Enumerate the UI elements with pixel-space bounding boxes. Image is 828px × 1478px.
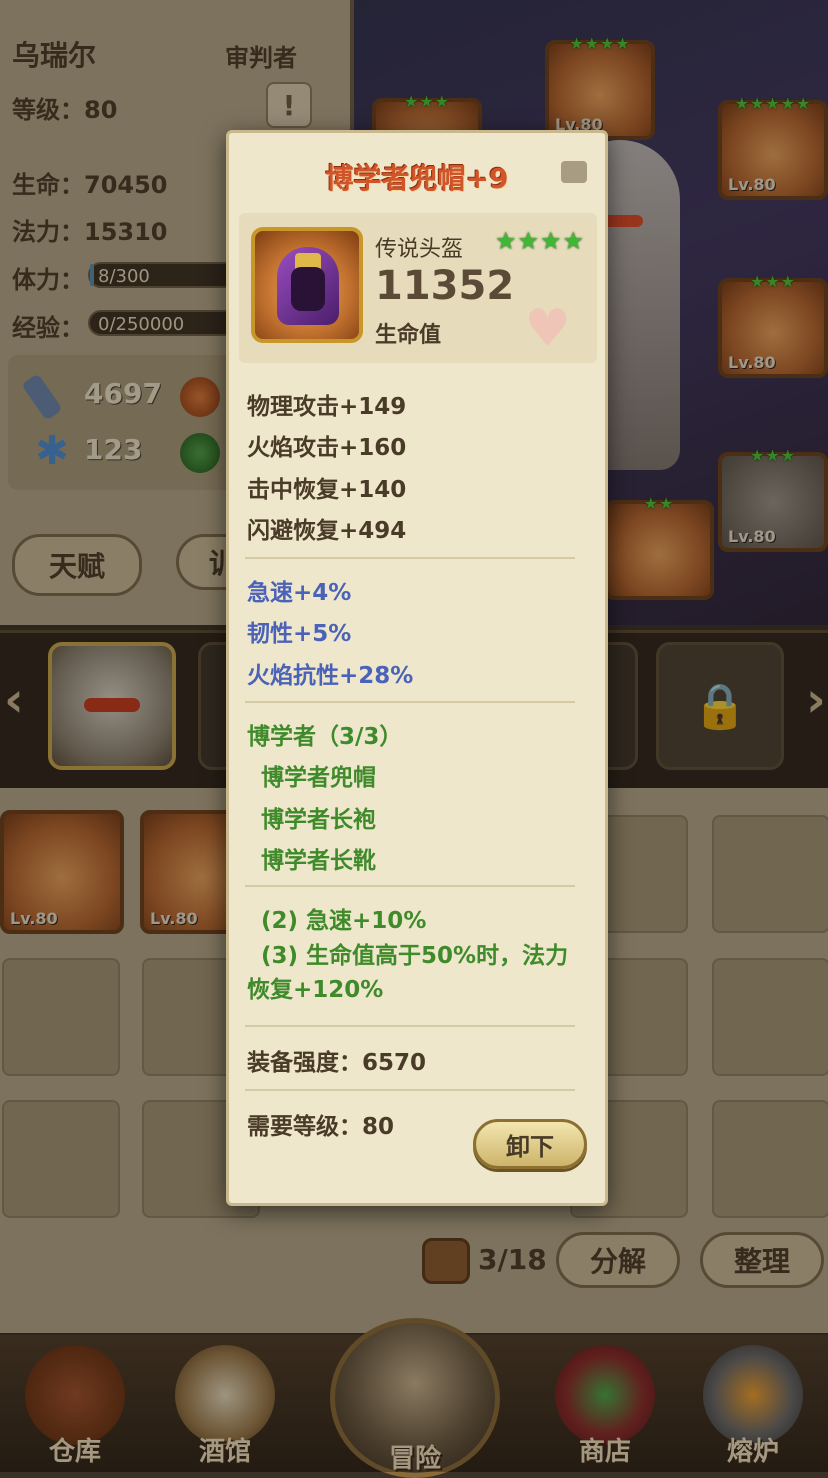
set-bonus: (2) 急速+10% <box>261 908 427 934</box>
stamina-label: 体力： <box>12 266 84 294</box>
hood-face <box>291 267 325 311</box>
divider <box>245 1089 575 1091</box>
exp-label: 经验： <box>12 314 84 342</box>
forge-icon <box>703 1345 803 1445</box>
set-item: 博学者长袍 <box>261 807 376 833</box>
talent-button[interactable]: 天赋 <box>12 534 142 596</box>
chevron-left-icon[interactable]: ‹ <box>4 672 24 728</box>
poison-icon <box>180 433 220 473</box>
inventory-count: 3/18 <box>478 1243 547 1276</box>
tavern-icon <box>175 1345 275 1445</box>
hero-hp: 生命：70450 <box>12 171 168 199</box>
stamina-bar: 8/300 <box>88 262 238 288</box>
inventory-slot-empty[interactable] <box>2 1100 120 1218</box>
set-item: 博学者兜帽 <box>261 765 376 791</box>
nav-warehouse-label: 仓库 <box>48 1437 101 1467</box>
item-level: Lv.80 <box>10 909 58 928</box>
hero-portrait-visor <box>84 698 140 712</box>
equip-slot-helmet[interactable]: ★★★★ Lv.80 <box>545 34 655 140</box>
slot-stars: ★★★ <box>749 446 797 465</box>
exp-bar: 0/250000 <box>88 310 238 336</box>
slot-level: Lv.80 <box>728 353 776 372</box>
unequip-button[interactable]: 卸下 <box>473 1119 587 1169</box>
hero-portrait-selected[interactable] <box>48 642 176 770</box>
item-header: 传说头盔 ★★★★ 11352 生命值 ♥ <box>239 213 597 363</box>
item-level: Lv.80 <box>150 909 198 928</box>
nav-forge[interactable]: 熔炉 <box>678 1335 828 1472</box>
inventory-slot-empty[interactable] <box>2 958 120 1076</box>
divider <box>245 557 575 559</box>
equip-slot-boots[interactable]: ★★ <box>604 494 714 600</box>
slot-level: Lv.80 <box>728 527 776 546</box>
purple-hood-icon <box>251 227 363 343</box>
nav-warehouse[interactable]: 仓库 <box>0 1335 150 1472</box>
fire-icon <box>180 377 220 417</box>
nav-tavern[interactable]: 酒馆 <box>150 1335 300 1472</box>
nav-shop-label: 商店 <box>578 1437 631 1467</box>
sword-icon <box>21 373 63 421</box>
nav-forge-label: 熔炉 <box>726 1437 779 1467</box>
base-stat: 击中恢复+140 <box>247 477 407 503</box>
bonus-stat: 韧性+5% <box>247 621 352 647</box>
equip-slot-ring[interactable]: ★★★ Lv.80 <box>718 446 828 552</box>
item-main-value-label: 生命值 <box>375 323 442 348</box>
base-stat: 闪避恢复+494 <box>247 518 407 544</box>
shop-icon <box>555 1345 655 1445</box>
bag-icon <box>422 1238 470 1284</box>
equip-slot-amulet[interactable]: ★★★★★ Lv.80 <box>718 94 828 200</box>
item-type: 传说头盔 <box>375 237 464 262</box>
set-bonus: (3) 生命值高于50%时，法力恢复+120% <box>247 943 569 1003</box>
base-stat: 火焰攻击+160 <box>247 435 407 461</box>
equipment-strength: 装备强度：6570 <box>247 1050 427 1076</box>
item-tooltip: 博学者兜帽+9 传说头盔 ★★★★ 11352 生命值 ♥ 物理攻击+149 火… <box>226 130 608 1206</box>
item-stars: ★★★★ <box>494 227 585 255</box>
inventory-slot-empty[interactable] <box>712 815 828 933</box>
inventory-slot-empty[interactable] <box>712 1100 828 1218</box>
nav-tavern-label: 酒馆 <box>198 1437 251 1467</box>
warehouse-icon <box>25 1345 125 1445</box>
required-level: 需要等级：80 <box>247 1114 395 1140</box>
base-stat: 物理攻击+149 <box>247 394 407 420</box>
slot-stars: ★★★ <box>749 272 797 291</box>
heart-icon: ♥ <box>524 299 571 359</box>
stamina-value: 8/300 <box>98 266 150 287</box>
nav-shop[interactable]: 商店 <box>530 1335 680 1472</box>
divider <box>245 701 575 703</box>
nav-adventure-label: 冒险 <box>388 1444 441 1474</box>
snowflake-icon: ✱ <box>35 428 69 474</box>
hero-mana: 法力：15310 <box>12 218 168 246</box>
item-main-value: 11352 <box>375 263 515 309</box>
decompose-button[interactable]: 分解 <box>556 1232 680 1288</box>
bonus-stat: 急速+4% <box>247 580 352 606</box>
attack-value: 4697 <box>84 377 162 410</box>
slot-stars: ★★ <box>643 494 675 513</box>
hero-name: 乌瑞尔 <box>12 39 97 72</box>
sort-button[interactable]: 整理 <box>700 1232 824 1288</box>
exp-value: 0/250000 <box>98 314 185 335</box>
hero-level: 等级：80 <box>12 96 118 124</box>
slot-level: Lv.80 <box>728 175 776 194</box>
crit-value: 123 <box>84 433 143 466</box>
stamina-bar-fill <box>90 264 94 286</box>
hero-class: 审判者 <box>225 44 297 72</box>
inventory-item-weapon[interactable]: Lv.80 <box>0 810 124 934</box>
slot-stars: ★★★ <box>403 92 451 111</box>
chevron-right-icon[interactable]: › <box>806 672 826 728</box>
slot-stars: ★★★★★ <box>734 94 812 113</box>
bonus-stat: 火焰抗性+28% <box>247 663 414 689</box>
nav-adventure[interactable]: 冒险 <box>330 1318 500 1478</box>
equipment-type-icon <box>561 161 587 183</box>
lock-icon: 🔒 <box>656 642 784 770</box>
equip-slot-cape[interactable]: ★★★ Lv.80 <box>718 272 828 378</box>
item-title: 博学者兜帽+9 <box>325 162 509 195</box>
divider <box>245 1025 575 1027</box>
inventory-slot-empty[interactable] <box>712 958 828 1076</box>
slot-stars: ★★★★ <box>569 34 631 53</box>
alert-button[interactable]: ! <box>266 82 312 128</box>
set-item: 博学者长靴 <box>261 848 376 874</box>
set-name: 博学者（3/3） <box>247 724 403 750</box>
divider <box>245 885 575 887</box>
